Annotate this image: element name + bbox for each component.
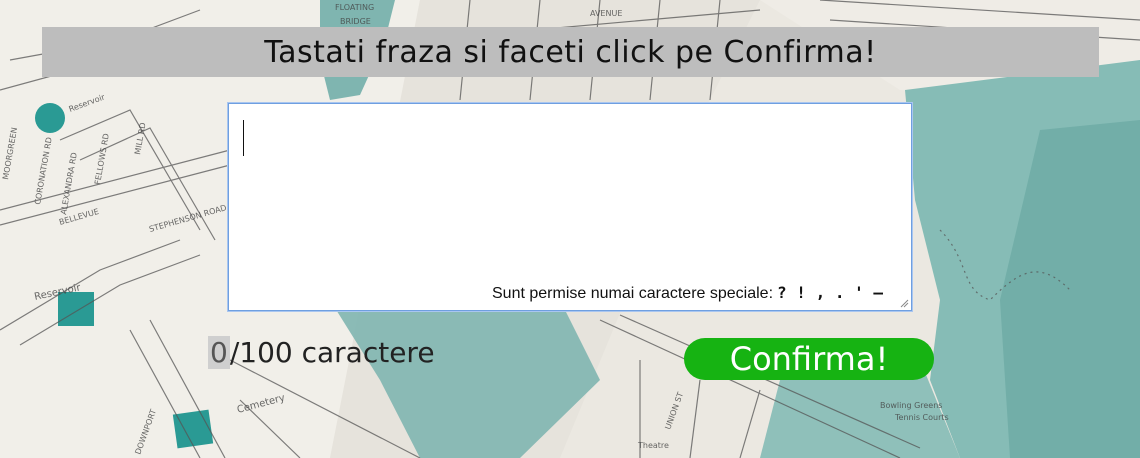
allowed-characters-hint: Sunt permise numai caractere speciale:? …: [492, 283, 883, 303]
svg-text:FLOATING: FLOATING: [335, 3, 374, 12]
allowed-hint-label: Sunt permise numai caractere speciale:: [492, 285, 774, 302]
resize-handle-icon[interactable]: [899, 298, 909, 308]
character-count: 0: [208, 336, 230, 369]
allowed-characters: ? ! , . ' –: [777, 283, 883, 302]
character-counter: 0/100 caractere: [208, 336, 435, 369]
svg-text:Theatre: Theatre: [637, 441, 669, 450]
phrase-textarea[interactable]: Sunt permise numai caractere speciale:? …: [228, 103, 912, 311]
svg-text:AVENUE: AVENUE: [590, 9, 622, 18]
text-caret: [243, 120, 244, 156]
confirm-button[interactable]: Confirma!: [684, 338, 934, 380]
svg-text:BRIDGE: BRIDGE: [340, 17, 371, 26]
svg-text:Bowling Greens: Bowling Greens: [880, 401, 942, 410]
svg-text:Tennis Courts: Tennis Courts: [894, 413, 949, 422]
character-limit-label: /100 caractere: [229, 336, 435, 369]
header-bar: Tastati fraza si faceti click pe Confirm…: [42, 27, 1099, 77]
page-title: Tastati fraza si faceti click pe Confirm…: [264, 34, 877, 70]
